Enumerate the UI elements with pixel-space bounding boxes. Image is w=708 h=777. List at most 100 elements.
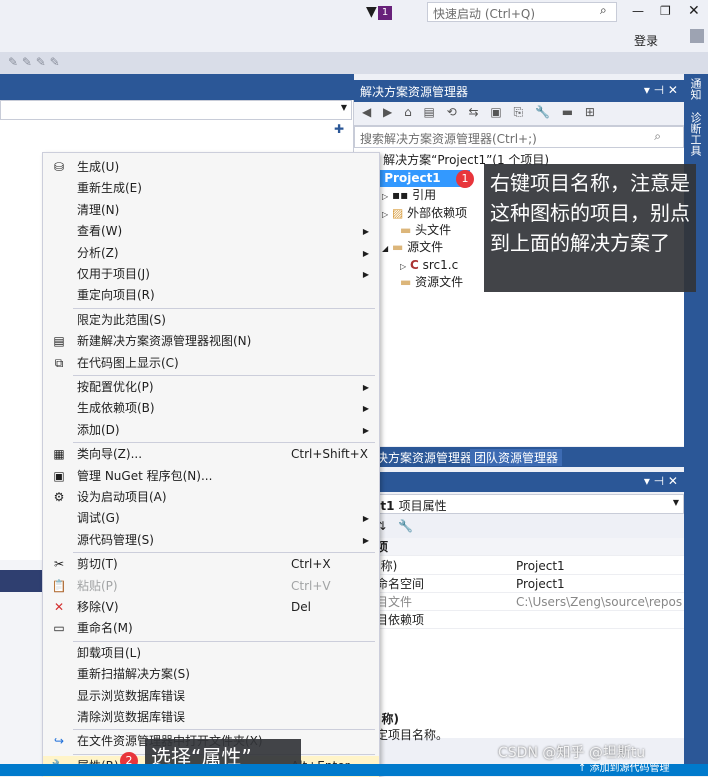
tree-item-headers[interactable]: ▬ 头文件 xyxy=(400,222,451,239)
menu-item-2[interactable]: 重新生成(E) xyxy=(43,178,379,199)
gear-icon: ⚙ xyxy=(53,490,65,504)
sign-in-link[interactable]: 登录 xyxy=(634,32,658,49)
menu-item-label: 重新生成(E) xyxy=(77,181,142,196)
context-menu: ⛁ 生成(U) 重新生成(E) 清理(N) 查看(W) ▶ 分析(Z) ▶ 仅用于项目(J) ▶ 重… xyxy=(42,152,380,777)
tree-item-project[interactable]: ⊞ Project1 xyxy=(366,170,470,187)
panel-menu-icons[interactable]: ▾ ⊣ ✕ xyxy=(644,474,678,488)
menu-item-26[interactable]: 清除浏览数据库错误 xyxy=(43,707,379,728)
menu-item-label: 添加(D) xyxy=(77,422,120,437)
menu-item-19[interactable]: ✂ 剪切(T) Ctrl+X xyxy=(43,554,379,575)
nuget-icon: ▣ xyxy=(53,468,65,483)
side-tab-notifications[interactable]: 通知 xyxy=(689,78,703,100)
menu-item-1[interactable]: ⛁ 生成(U) xyxy=(43,157,379,178)
c-file-icon: C xyxy=(409,258,419,272)
expand-icon[interactable]: ▷ xyxy=(382,192,388,201)
submenu-arrow-icon: ▶ xyxy=(362,535,369,545)
minimize-icon[interactable]: — xyxy=(632,4,644,18)
menu-item-3[interactable]: 清理(N) xyxy=(43,200,379,221)
quick-launch-input[interactable]: 快速启动 (Ctrl+Q) xyxy=(427,2,617,22)
menu-item-23[interactable]: 卸载项目(L) xyxy=(43,643,379,664)
menu-item-9[interactable]: ▤ 新建解决方案资源管理器视图(N) xyxy=(43,331,379,352)
menu-item-16[interactable]: ⚙ 设为启动项目(A) xyxy=(43,487,379,508)
menu-item-shortcut: Ctrl+Shift+X xyxy=(291,447,368,462)
menu-item-25[interactable]: 显示浏览数据库错误 xyxy=(43,686,379,707)
toolbar-buttons[interactable]: ◀ ▶ ⌂ ▤ ⟲ ⇆ ▣ ⎘ 🔧 ▬ ⊞ xyxy=(362,105,599,120)
property-row[interactable]: 根命名空间 Project1 xyxy=(354,575,684,593)
menu-item-label: 粘贴(P) xyxy=(77,578,118,593)
menu-separator xyxy=(73,375,375,376)
menu-item-label: 按配置优化(P) xyxy=(77,380,154,394)
menu-item-10[interactable]: ⧉ 在代码图上显示(C) xyxy=(43,353,379,374)
tree-item-resources[interactable]: ▬ 资源文件 xyxy=(400,274,463,291)
menu-item-18[interactable]: 源代码管理(S) ▶ xyxy=(43,530,379,551)
open-folder-icon: ↪ xyxy=(53,734,65,749)
wrench-icon[interactable]: 🔧 xyxy=(398,519,413,533)
watermark: CSDN @知乎 @坦斯tu xyxy=(498,745,646,761)
menu-item-8[interactable]: 限定为此范围(S) xyxy=(43,310,379,331)
folder-icon: ▬ xyxy=(400,223,412,237)
filter-icon[interactable]: ▼ xyxy=(366,4,377,20)
menu-item-24[interactable]: 重新扫描解决方案(S) xyxy=(43,664,379,685)
panel-menu-icons[interactable]: ▾ ⊣ ✕ xyxy=(644,83,678,97)
expand-icon[interactable]: ▷ xyxy=(400,262,406,271)
menu-item-4[interactable]: 查看(W) ▶ xyxy=(43,221,379,242)
collapse-icon[interactable]: ◢ xyxy=(382,244,388,253)
tab-team-explorer[interactable]: 团队资源管理器 xyxy=(470,449,563,466)
maximize-icon[interactable]: ❐ xyxy=(660,4,671,18)
toolbar: ✎ ✎ ✎ ✎ xyxy=(0,52,708,74)
menu-item-17[interactable]: 调试(G) ▶ xyxy=(43,508,379,529)
tree-item-label: Project1 xyxy=(384,171,441,185)
scissors-icon: ✂ xyxy=(53,557,65,572)
expand-icon[interactable]: ▷ xyxy=(382,210,388,219)
menu-item-label: 清理(N) xyxy=(77,202,120,217)
menu-item-7[interactable]: 重定向项目(R) xyxy=(43,285,379,306)
toolbar-icons[interactable]: ✎ ✎ ✎ ✎ xyxy=(8,55,60,69)
search-placeholder: 搜索解决方案资源管理器(Ctrl+;) xyxy=(360,132,537,146)
menu-item-15[interactable]: ▣ 管理 NuGet 程序包(N)... xyxy=(43,466,379,487)
properties-object-combo[interactable]: ject1 项目属性 ▼ xyxy=(354,494,684,514)
property-row[interactable]: 项目依赖项 xyxy=(354,611,684,629)
property-row[interactable]: (名称) Project1 xyxy=(354,557,684,575)
side-tab-diagnostics[interactable]: 诊断工具 xyxy=(689,112,703,156)
explorer-tab-strip: 决方案资源管理器 团队资源管理器 xyxy=(354,447,684,467)
property-value[interactable]: C:\Users\Zeng\source\repos\P xyxy=(516,593,682,611)
tab-solution-explorer[interactable]: 决方案资源管理器 xyxy=(376,449,472,466)
property-value[interactable]: Project1 xyxy=(516,557,565,575)
submenu-arrow-icon: ▶ xyxy=(362,383,369,392)
title-bar: ▼ 1 快速启动 (Ctrl+Q) ⌕ — ❐ ✕ 登录 xyxy=(0,0,708,52)
close-icon[interactable]: ✕ xyxy=(688,3,700,19)
menu-item-6[interactable]: 仅用于项目(J) ▶ xyxy=(43,264,379,285)
menu-item-label: 重命名(M) xyxy=(77,621,133,636)
menu-item-21[interactable]: ✕ 移除(V) Del xyxy=(43,597,379,618)
menu-item-shortcut: Ctrl+V xyxy=(291,578,331,593)
solution-explorer-search[interactable]: 搜索解决方案资源管理器(Ctrl+;) ⌕ xyxy=(354,126,684,148)
menu-item-12[interactable]: 生成依赖项(B) ▶ xyxy=(43,398,379,419)
menu-separator xyxy=(73,729,375,731)
status-text[interactable]: ↑ 添加到源代码管理 xyxy=(578,763,670,775)
menu-item-14[interactable]: ▦ 类向导(Z)... Ctrl+Shift+X xyxy=(43,444,379,465)
build-icon: ⛁ xyxy=(53,160,65,174)
tree-item-references[interactable]: ▷ ▪▪ 引用 xyxy=(382,187,436,204)
folder-icon: ▬ xyxy=(400,275,412,289)
tree-item-sources[interactable]: ◢ ▬ 源文件 xyxy=(382,239,443,256)
tree-item-src1[interactable]: ▷ C src1.c xyxy=(400,257,458,274)
property-value[interactable]: Project1 xyxy=(516,575,565,593)
menu-item-13[interactable]: 添加(D) ▶ xyxy=(43,420,379,441)
navigation-combo[interactable]: ▼ xyxy=(0,100,352,120)
menu-item-22[interactable]: ▭ 重命名(M) xyxy=(43,618,379,639)
tree-item-label: 源文件 xyxy=(407,240,444,254)
split-icon[interactable]: ✚ xyxy=(334,122,344,136)
menu-item-5[interactable]: 分析(Z) ▶ xyxy=(43,243,379,264)
menu-item-label: 重定向项目(R) xyxy=(77,288,155,303)
callout-1: 右键项目名称，注意是这种图标的项目，别点到上面的解决方案了 xyxy=(484,164,696,292)
submenu-arrow-icon: ▶ xyxy=(362,248,369,258)
menu-item-20: 📋 粘贴(P) Ctrl+V xyxy=(43,576,379,597)
tree-item-external-deps[interactable]: ▷ ▨ 外部依赖项 xyxy=(382,205,467,222)
menu-item-label: 设为启动项目(A) xyxy=(77,490,167,504)
paste-icon: 📋 xyxy=(51,578,67,593)
property-row[interactable]: 项目文件 C:\Users\Zeng\source\repos\P xyxy=(354,593,684,611)
menu-item-label: 生成(U) xyxy=(77,160,120,174)
notification-badge[interactable]: 1 xyxy=(378,6,392,20)
account-icon[interactable] xyxy=(690,29,704,43)
menu-item-11[interactable]: 按配置优化(P) ▶ xyxy=(43,377,379,398)
